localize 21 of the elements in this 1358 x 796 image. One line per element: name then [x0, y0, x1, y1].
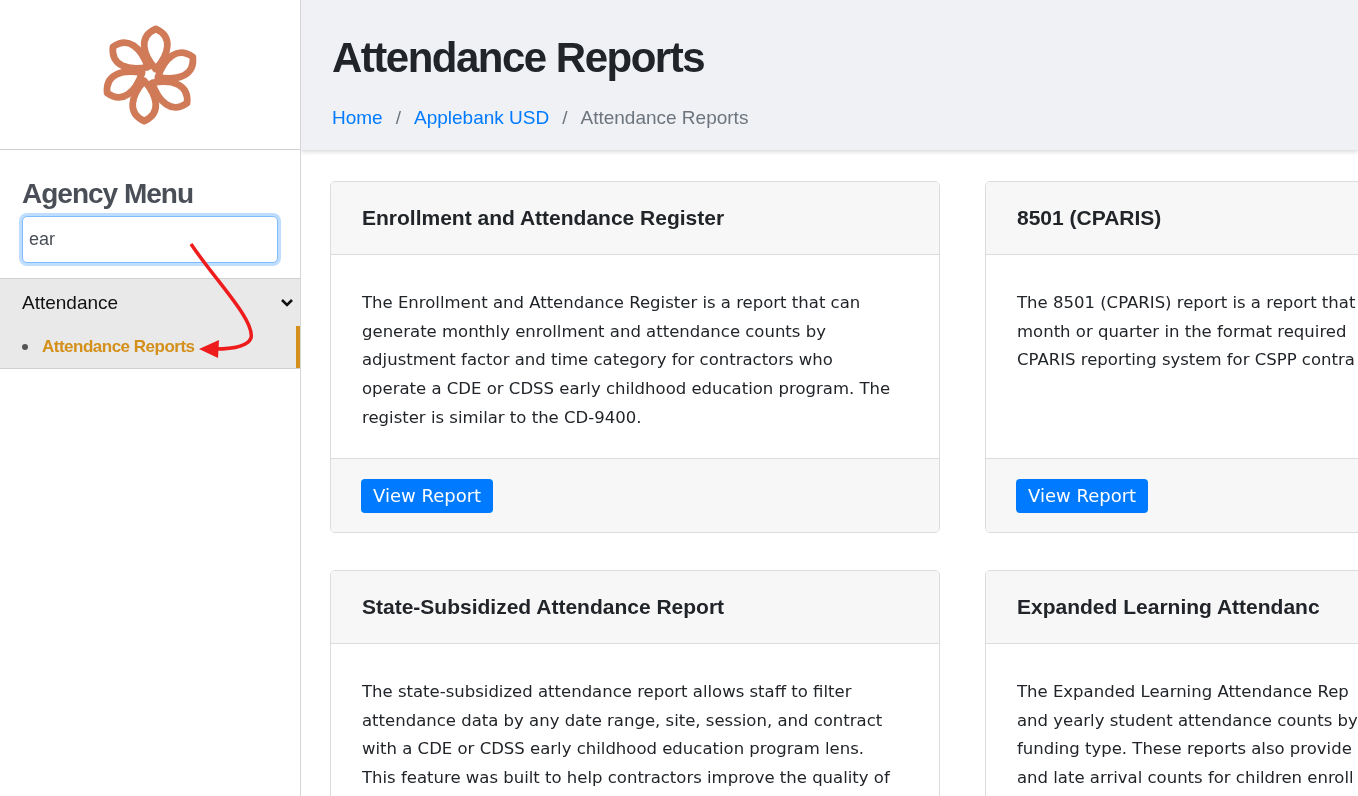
- page-title: Attendance Reports: [332, 34, 706, 82]
- breadcrumb-separator: /: [395, 107, 401, 129]
- menu-group-label: Attendance: [22, 291, 119, 314]
- breadcrumb-link[interactable]: Applebank USD: [413, 107, 550, 129]
- menu-group[interactable]: Attendance: [0, 278, 300, 326]
- card-description: The 8501 (CPARIS) report is a report that month or quarter in the format required CPARIS reporting system for CSPP contra: [1017, 292, 1357, 372]
- breadcrumb-current: Attendance Reports: [580, 107, 749, 129]
- card-description: The Enrollment and Attendance Register is a report that can generate monthly enrollment and attendance counts by adjustment factor and time category for contractors who operate a CDE or CDSS early childhood education program. The register is similar to the CD-9400.: [362, 292, 892, 429]
- breadcrumb-separator: /: [562, 107, 568, 129]
- menu-title: Agency Menu: [22, 178, 195, 210]
- card-title: Enrollment and Attendance Register: [362, 206, 725, 230]
- card-title: State-Subsidized Attendance Report: [362, 595, 725, 619]
- search-field[interactable]: ear: [22, 216, 278, 263]
- card-title: 8501 (CPARIS): [1017, 206, 1162, 230]
- breadcrumb-link[interactable]: Home: [332, 107, 383, 129]
- bullet-icon: [22, 344, 28, 350]
- view-report-button[interactable]: View Report: [1016, 478, 1149, 513]
- card-description: The Expanded Learning Attendance Rep and yearly student attendance counts by funding type. These reports also provide and late arrival counts for children enroll: [1017, 681, 1358, 790]
- card-title: Expanded Learning Attendanc: [1017, 595, 1320, 619]
- card-description: The state-subsidized attendance report allows staff to filter attendance data by any date range, site, session, and contract with a CDE or CDSS early childhood education program lens. This feature was built to help contractors improve the quality of: [362, 681, 891, 790]
- view-report-button[interactable]: View Report: [361, 478, 494, 513]
